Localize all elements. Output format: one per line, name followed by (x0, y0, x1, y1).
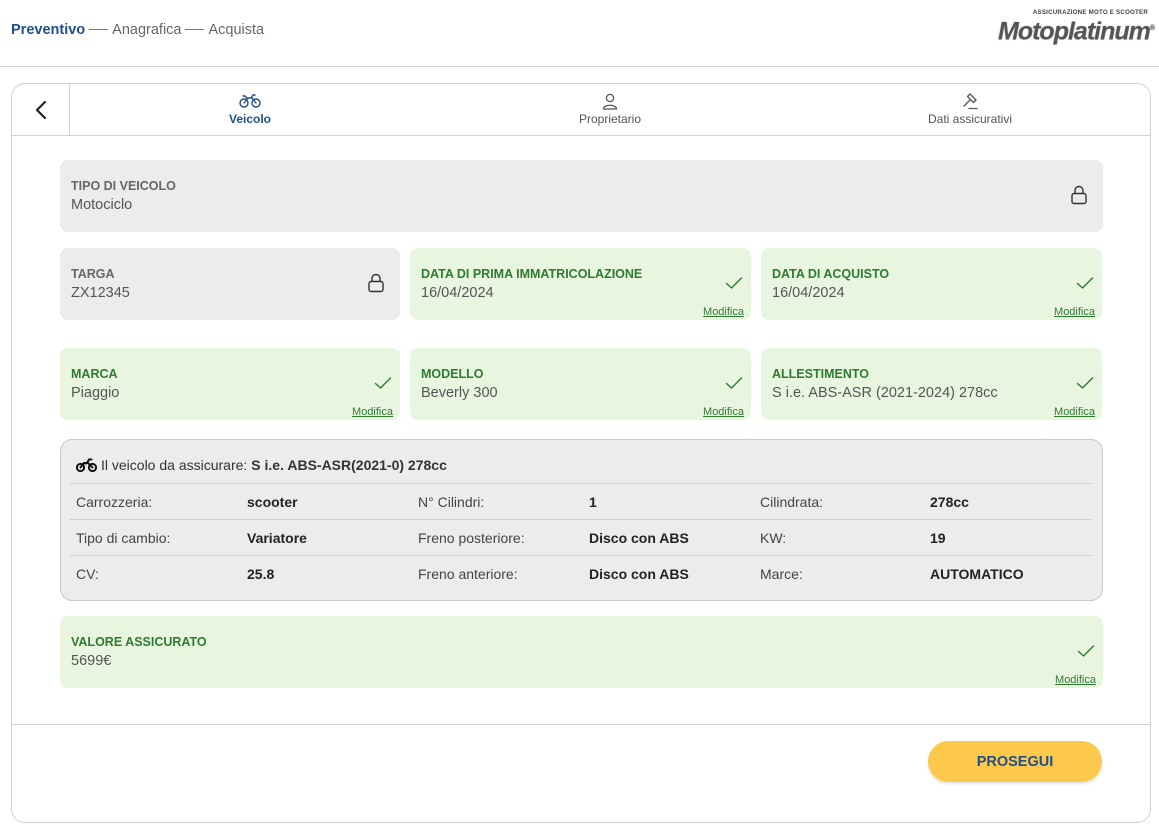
edit-link[interactable]: Modifica (352, 406, 393, 418)
spec-label: N° Cilindri: (418, 494, 485, 510)
vehicle-summary-intro: Il veicolo da assicurare: (101, 457, 248, 473)
breadcrumb-separator (89, 28, 109, 30)
tab-vehicle[interactable]: Veicolo (150, 92, 350, 126)
step-tabs: Veicolo Proprietario Dati assicurativi (12, 84, 1150, 136)
person-icon (602, 93, 618, 110)
edit-link[interactable]: Modifica (1054, 406, 1095, 418)
breadcrumb-separator (185, 28, 205, 30)
tab-owner[interactable]: Proprietario (510, 92, 710, 126)
field-value: ZX12345 (71, 285, 130, 301)
field-label: TIPO DI VEICOLO (71, 179, 176, 193)
tab-vehicle-label: Veicolo (228, 112, 272, 126)
field-value: 5699€ (71, 653, 112, 669)
check-icon (1076, 277, 1094, 289)
purchase-date-field: DATA DI ACQUISTO 16/04/2024 Modifica (761, 248, 1102, 320)
edit-link[interactable]: Modifica (1054, 306, 1095, 318)
edit-link[interactable]: Modifica (1055, 674, 1096, 686)
brand-field: MARCA Piaggio Modifica (60, 348, 400, 420)
footer-divider (12, 724, 1150, 725)
spec-row: Carrozzeria: scooter N° Cilindri: 1 Cili… (70, 483, 1092, 519)
field-label: TARGA (71, 267, 115, 281)
spec-row: Tipo di cambio: Variatore Freno posterio… (70, 519, 1092, 555)
field-value: S i.e. ABS-ASR (2021-2024) 278cc (772, 385, 998, 401)
plate-field: TARGA ZX12345 (60, 248, 400, 320)
spec-value: scooter (247, 494, 298, 510)
field-value: 16/04/2024 (421, 285, 494, 301)
motorcycle-icon (239, 94, 261, 108)
field-label: DATA DI ACQUISTO (772, 267, 890, 281)
vehicle-summary: Il veicolo da assicurare: S i.e. ABS-ASR… (60, 439, 1103, 601)
check-icon (1076, 377, 1094, 389)
check-icon (725, 377, 743, 389)
field-label: DATA DI PRIMA IMMATRICOLAZIONE (421, 267, 643, 281)
breadcrumb-step-anagrafica[interactable]: Anagrafica (112, 22, 181, 38)
logo-brand: Motoplatinum® (998, 16, 1155, 46)
spec-value: Disco con ABS (589, 566, 689, 582)
registration-date-field: DATA DI PRIMA IMMATRICOLAZIONE 16/04/202… (410, 248, 751, 320)
logo-tagline: ASSICURAZIONE MOTO E SCOOTER (1032, 9, 1148, 16)
motorcycle-icon (76, 458, 97, 472)
field-label: MODELLO (421, 367, 484, 381)
spec-label: CV: (76, 566, 99, 582)
spec-label: Marce: (760, 566, 803, 582)
spec-value: AUTOMATICO (930, 566, 1024, 582)
vehicle-summary-header: Il veicolo da assicurare: S i.e. ABS-ASR… (76, 457, 447, 473)
spec-value: 19 (930, 530, 946, 546)
check-icon (725, 277, 743, 289)
tab-owner-label: Proprietario (578, 112, 642, 126)
edit-link[interactable]: Modifica (703, 306, 744, 318)
spec-label: Cilindrata: (760, 494, 824, 510)
spec-label: KW: (760, 530, 787, 546)
chevron-left-icon (35, 100, 46, 120)
breadcrumb: Preventivo Anagrafica Acquista (11, 22, 264, 38)
spec-label: Carrozzeria: (76, 494, 153, 510)
field-label: MARCA (71, 367, 118, 381)
check-icon (374, 377, 392, 389)
field-label: ALLESTIMENTO (772, 367, 869, 381)
spec-value: 278cc (930, 494, 969, 510)
gavel-icon (963, 93, 978, 110)
edit-link[interactable]: Modifica (703, 406, 744, 418)
logo-brand-text: Motoplatinum (998, 17, 1151, 46)
field-value: Beverly 300 (421, 385, 498, 401)
tab-insurance-label: Dati assicurativi (927, 112, 1013, 126)
quote-card: Veicolo Proprietario Dati assicurativi T… (11, 83, 1151, 823)
spec-value: Disco con ABS (589, 530, 689, 546)
spec-label: Tipo di cambio: (76, 530, 171, 546)
vehicle-type-field: TIPO DI VEICOLO Motociclo (60, 160, 1103, 232)
field-value: Piaggio (71, 385, 120, 401)
breadcrumb-step-preventivo[interactable]: Preventivo (11, 22, 85, 38)
continue-button[interactable]: PROSEGUI (928, 741, 1102, 782)
insured-value-field: VALORE ASSICURATO 5699€ Modifica (60, 616, 1103, 688)
breadcrumb-step-acquista[interactable]: Acquista (208, 22, 264, 38)
top-bar: Preventivo Anagrafica Acquista ASSICURAZIO… (0, 0, 1159, 67)
lock-icon (1071, 185, 1087, 205)
vehicle-summary-name: S i.e. ABS-ASR(2021-0) 278cc (251, 457, 447, 473)
model-field: MODELLO Beverly 300 Modifica (410, 348, 751, 420)
spec-label: Freno anteriore: (418, 566, 518, 582)
spec-value: Variatore (247, 530, 307, 546)
brand-logo: ASSICURAZIONE MOTO E SCOOTER Motoplatinu… (998, 9, 1155, 49)
tab-insurance[interactable]: Dati assicurativi (870, 92, 1070, 126)
trim-field: ALLESTIMENTO S i.e. ABS-ASR (2021-2024) … (761, 348, 1102, 420)
back-button[interactable] (12, 84, 70, 136)
check-icon (1077, 645, 1095, 657)
lock-icon (368, 273, 384, 293)
spec-row: CV: 25.8 Freno anteriore: Disco con ABS … (70, 555, 1092, 591)
spec-label: Freno posteriore: (418, 530, 525, 546)
field-value: Motociclo (71, 197, 133, 213)
spec-value: 1 (589, 494, 597, 510)
registered-mark-icon: ® (1149, 25, 1155, 32)
spec-value: 25.8 (247, 566, 275, 582)
field-label: VALORE ASSICURATO (71, 635, 207, 649)
field-value: 16/04/2024 (772, 285, 845, 301)
